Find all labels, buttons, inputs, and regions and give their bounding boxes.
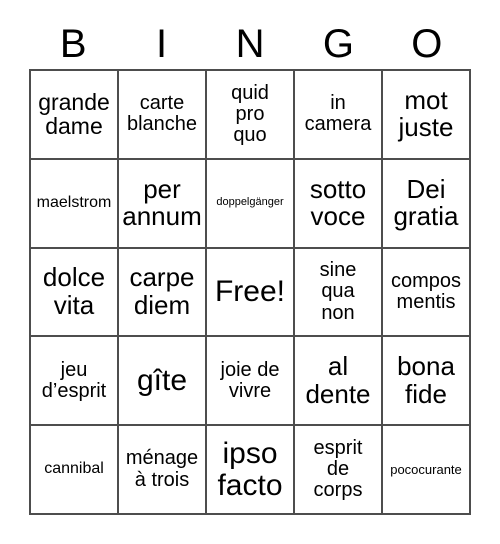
bingo-cell[interactable]: sine qua non bbox=[295, 248, 383, 338]
bingo-cell-label: pococurante bbox=[390, 461, 462, 477]
bingo-cell[interactable]: compos mentis bbox=[383, 248, 471, 338]
bingo-cell-label: grande dame bbox=[38, 89, 110, 140]
bingo-cell-label: dolce vita bbox=[42, 262, 106, 320]
bingo-cell-label: jeu d’esprit bbox=[41, 358, 107, 402]
bingo-cell[interactable]: grande dame bbox=[31, 71, 119, 160]
bingo-cell[interactable]: quid pro quo bbox=[207, 71, 295, 160]
bingo-header-letter-2: N bbox=[235, 21, 265, 66]
bingo-cell-label: quid pro quo bbox=[231, 81, 269, 146]
bingo-header-letter-0: B bbox=[59, 21, 87, 66]
bingo-cell-label: in camera bbox=[304, 92, 372, 136]
bingo-cell-label: carpe diem bbox=[129, 262, 195, 320]
bingo-cell[interactable]: mot juste bbox=[383, 71, 471, 160]
bingo-cell[interactable]: carte blanche bbox=[119, 71, 207, 160]
bingo-header-letter-1: I bbox=[156, 21, 168, 66]
bingo-cell-label: bona fide bbox=[397, 351, 455, 409]
bingo-cell[interactable]: esprit de corps bbox=[295, 426, 383, 515]
bingo-cell[interactable]: cannibal bbox=[31, 426, 119, 515]
bingo-cell[interactable]: pococurante bbox=[383, 426, 471, 515]
bingo-cell[interactable]: Dei gratia bbox=[383, 159, 471, 249]
bingo-cell[interactable]: dolce vita bbox=[31, 248, 119, 338]
bingo-cell[interactable]: carpe diem bbox=[119, 248, 207, 338]
bingo-cell-label: al dente bbox=[305, 351, 371, 409]
bingo-cell-label: ménage à trois bbox=[125, 447, 199, 491]
bingo-grid: grande dame carte blanche quid pro quo in c… bbox=[29, 69, 471, 515]
bingo-cell[interactable]: bona fide bbox=[383, 337, 471, 427]
bingo-cell[interactable]: doppelgänger bbox=[207, 159, 295, 249]
bingo-cell-label: per annum bbox=[122, 173, 202, 232]
bingo-cell[interactable]: al dente bbox=[295, 337, 383, 427]
bingo-header-letter-4: O bbox=[411, 21, 443, 66]
bingo-cell-label: mot juste bbox=[398, 84, 454, 143]
bingo-cell-label: Dei gratia bbox=[393, 173, 459, 232]
bingo-cell-label: sine qua non bbox=[319, 259, 357, 324]
bingo-cell[interactable]: maelstrom bbox=[31, 159, 119, 249]
bingo-cell-label: ipso facto bbox=[217, 436, 283, 502]
bingo-cell[interactable]: per annum bbox=[119, 159, 207, 249]
bingo-cell-label: Free! bbox=[214, 275, 286, 309]
bingo-cell-label: maelstrom bbox=[36, 193, 112, 211]
bingo-cell-label: compos mentis bbox=[390, 269, 462, 313]
bingo-cell[interactable]: in camera bbox=[295, 71, 383, 160]
bingo-cell-label: gîte bbox=[136, 363, 188, 397]
bingo-cell-label: esprit de corps bbox=[313, 436, 363, 502]
bingo-cell-label: cannibal bbox=[44, 460, 104, 478]
bingo-cell-label: carte blanche bbox=[126, 92, 198, 136]
bingo-cell[interactable]: ménage à trois bbox=[119, 426, 207, 515]
bingo-cell[interactable]: sotto voce bbox=[295, 159, 383, 249]
bingo-cell-label: doppelgänger bbox=[216, 196, 284, 209]
bingo-cell-label: joie de vivre bbox=[220, 358, 280, 402]
bingo-header-letter-3: G bbox=[322, 21, 354, 66]
bingo-cell[interactable]: ipso facto bbox=[207, 426, 295, 515]
bingo-cell[interactable]: joie de vivre bbox=[207, 337, 295, 427]
bingo-cell[interactable]: gîte bbox=[119, 337, 207, 427]
bingo-cell[interactable]: jeu d’esprit bbox=[31, 337, 119, 427]
bingo-header: BINGO bbox=[29, 18, 471, 69]
bingo-free-cell[interactable]: Free! bbox=[207, 248, 295, 338]
bingo-card: B I N G O grande dame carte blanche quid pro q… bbox=[0, 0, 500, 544]
bingo-cell-label: sotto voce bbox=[309, 173, 367, 232]
